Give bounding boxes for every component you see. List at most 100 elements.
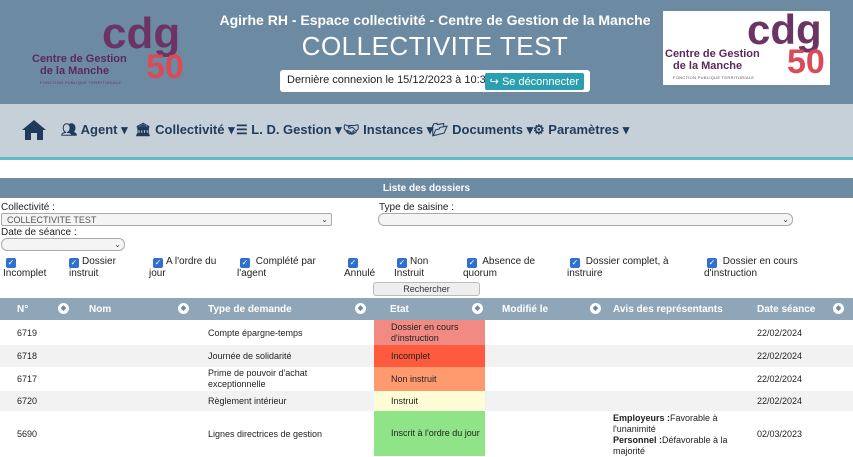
nav-agent[interactable]: 👥︎ Agent ▾ xyxy=(61,122,128,138)
column-header-avis[interactable]: Avis des représentants xyxy=(613,304,723,315)
checkbox-label: Dossier en cours xyxy=(722,256,798,267)
caret-down-icon: ▾ xyxy=(622,122,630,137)
column-header-nom[interactable]: Nom xyxy=(89,304,111,315)
search-button[interactable]: Rechercher xyxy=(373,282,480,296)
etat-badge: Dossier en cours d'instruction xyxy=(374,320,485,345)
avis-personnel-label: Personnel : xyxy=(613,435,663,445)
check-icon: ✓ xyxy=(153,258,163,268)
checkbox-label: Non xyxy=(410,256,429,267)
cell-num: 6718 xyxy=(17,351,38,361)
sort-icon[interactable]: ◆ xyxy=(833,303,844,314)
checkbox-label: Incomplet xyxy=(3,268,47,279)
etat-badge: Non instruit xyxy=(374,367,485,391)
checkbox-label: instruit xyxy=(69,268,99,279)
handshake-icon: 🤝︎ xyxy=(343,122,360,137)
logout-button[interactable]: ↪ Se déconnecter xyxy=(484,73,584,90)
logo-line1: Centre de Gestion xyxy=(32,53,127,65)
checkbox-label: Dossier xyxy=(82,256,116,267)
sort-icon[interactable]: ◆ xyxy=(355,303,366,314)
checkbox-annule[interactable]: ✓ Annulé xyxy=(344,256,375,280)
column-header-num[interactable]: N° xyxy=(17,304,28,315)
logo-line1: Centre de Gestion xyxy=(665,48,760,60)
nav-documents[interactable]: 📂︎ Documents ▾ xyxy=(432,122,533,138)
nav-ld-gestion[interactable]: ☰ L. D. Gestion ▾ xyxy=(236,122,342,138)
checkbox-dossier-complet[interactable]: ✓ Dossier complet, à instruire xyxy=(567,256,669,280)
checkbox-label: Annulé xyxy=(344,268,376,279)
cell-etat: Instruit xyxy=(391,395,419,406)
folder-icon: 📂︎ xyxy=(432,122,449,137)
table-row[interactable]: 6719 Compte épargne-temps Dossier en cou… xyxy=(0,320,853,345)
checkbox-complete-agent[interactable]: ✓ Complété par l'agent xyxy=(237,256,316,280)
chevron-down-icon: ⌄ xyxy=(114,240,121,249)
sort-icon[interactable]: ◆ xyxy=(590,303,601,314)
checkbox-label: Dossier complet, à xyxy=(585,256,669,267)
check-icon: ✓ xyxy=(570,258,580,268)
cell-date: 22/02/2024 xyxy=(757,396,803,406)
checkbox-label: A l'ordre du xyxy=(166,256,217,267)
cell-type: Prime de pouvoir d'achat exceptionnelle xyxy=(208,368,308,389)
logo-number: 50 xyxy=(146,48,184,86)
logo-tagline: FONCTION PUBLIQUE TERRITORIALE xyxy=(673,75,755,80)
logo-line2: de la Manche xyxy=(673,60,743,72)
cell-etat: Dossier en cours d'instruction xyxy=(391,321,459,343)
spacer xyxy=(0,163,853,178)
cdg50-logo-left[interactable]: cdg Centre de Gestion de la Manche 50 FO… xyxy=(28,10,200,90)
checkbox-absence-quorum[interactable]: ✓ Absence de quorum xyxy=(463,256,536,280)
logout-icon: ↪ xyxy=(489,76,499,88)
cell-date: 02/03/2023 xyxy=(757,429,803,439)
checkbox-dossier-instruit[interactable]: ✓ Dossier instruit xyxy=(69,256,116,280)
checkbox-ordre-du-jour[interactable]: ✓ A l'ordre du jour xyxy=(149,256,217,280)
avis-employeurs-label: Employeurs : xyxy=(613,413,671,423)
checkbox-en-cours[interactable]: ✓ Dossier en cours d'instruction xyxy=(704,256,798,280)
chevron-down-icon: ⌄ xyxy=(782,215,789,224)
sort-icon[interactable]: ◆ xyxy=(178,303,189,314)
cell-etat: Incomplet xyxy=(391,350,431,361)
checkbox-label: d'instruction xyxy=(704,268,758,279)
column-header-date[interactable]: Date séance xyxy=(757,304,815,315)
nav-collectivite[interactable]: 🏛︎ Collectivité ▾ xyxy=(135,122,235,138)
type-saisine-select[interactable]: ⌄ xyxy=(378,213,793,226)
collectivite-label: Collectivité : xyxy=(1,202,55,213)
cell-avis: Employeurs :Favorable à l'unanimité Pers… xyxy=(613,413,748,457)
etat-badge: Incomplet xyxy=(374,345,485,367)
sort-icon[interactable]: ◆ xyxy=(58,303,69,314)
table-row[interactable]: 6717 Prime de pouvoir d'achat exceptionn… xyxy=(0,367,853,391)
date-seance-select[interactable]: ⌄ xyxy=(1,238,125,251)
chevron-down-icon: ⌄ xyxy=(321,215,328,224)
check-icon: ✓ xyxy=(6,258,16,268)
users-icon: 👥︎ xyxy=(61,122,78,137)
collectivite-select[interactable]: COLLECTIVITE TEST ⌄ xyxy=(1,213,332,226)
nav-instances[interactable]: 🤝︎ Instances ▾ xyxy=(343,122,433,138)
list-title: Liste des dossiers xyxy=(0,178,853,198)
checkbox-label: Absence de xyxy=(482,256,536,267)
table-row[interactable]: 6718 Journée de solidarité Incomplet 22/… xyxy=(0,345,853,367)
cell-num: 5690 xyxy=(17,429,38,439)
main-nav: 👥︎ Agent ▾ 🏛︎ Collectivité ▾ ☰ L. D. Ges… xyxy=(0,104,853,160)
checkbox-label: instruire xyxy=(567,268,603,279)
check-icon: ✓ xyxy=(240,258,250,268)
table-row[interactable]: 6720 Règlement intérieur Instruit 22/02/… xyxy=(0,391,853,411)
sort-icon[interactable]: ◆ xyxy=(472,303,483,314)
checkbox-incomplet[interactable]: ✓ Incomplet xyxy=(3,256,47,280)
nav-parametres[interactable]: ⚙︎ Paramètres ▾ xyxy=(533,122,629,138)
cell-etat: Inscrit à l'ordre du jour xyxy=(391,428,480,438)
check-icon: ✓ xyxy=(348,258,358,268)
caret-down-icon: ▾ xyxy=(335,122,342,137)
logo-tagline: FONCTION PUBLIQUE TERRITORIALE xyxy=(40,80,122,85)
date-seance-label: Date de séance : xyxy=(1,227,77,238)
home-icon[interactable] xyxy=(21,118,47,147)
column-header-type[interactable]: Type de demande xyxy=(208,304,292,315)
checkbox-non-instruit[interactable]: ✓ Non Instruit xyxy=(394,256,429,280)
collectivite-name: COLLECTIVITE TEST xyxy=(301,31,569,61)
etat-badge: Instruit xyxy=(374,391,485,411)
check-icon: ✓ xyxy=(467,258,477,268)
table-row[interactable]: 5690 Lignes directrices de gestion Inscr… xyxy=(0,411,853,456)
check-icon: ✓ xyxy=(69,258,79,268)
nav-agent-label: Agent xyxy=(80,122,118,137)
column-header-etat[interactable]: Etat xyxy=(390,304,409,315)
check-icon: ✓ xyxy=(707,258,717,268)
bank-icon: 🏛︎ xyxy=(135,122,152,137)
cell-type: Lignes directrices de gestion xyxy=(208,429,323,439)
column-header-modifie[interactable]: Modifié le xyxy=(502,304,548,315)
cdg50-logo-right[interactable]: cdg Centre de Gestion de la Manche 50 FO… xyxy=(663,9,830,85)
